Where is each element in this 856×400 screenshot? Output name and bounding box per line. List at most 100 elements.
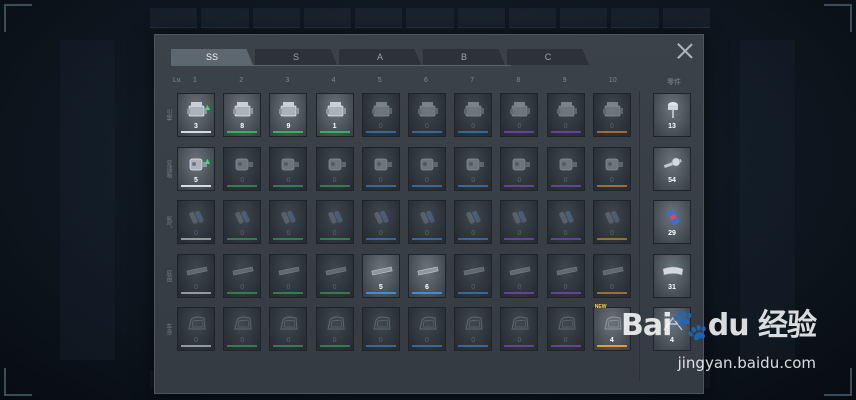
part-slot[interactable]: 0: [361, 307, 400, 351]
rarity-bar: [504, 184, 535, 187]
level-header: 1: [193, 77, 197, 84]
part-slot[interactable]: 0: [592, 253, 631, 298]
part-slot[interactable]: 0: [223, 146, 262, 191]
part-slot[interactable]: 0: [546, 253, 585, 298]
part-slot[interactable]: 1: [315, 93, 354, 137]
rarity-bar: [319, 345, 350, 347]
part-slot[interactable]: 0: [500, 253, 539, 298]
car-body-icon: [232, 314, 254, 334]
part-material-slot[interactable]: 29: [653, 200, 691, 244]
part-slot[interactable]: 0: [408, 200, 446, 244]
part-slot[interactable]: 0: [223, 200, 262, 244]
part-slot[interactable]: 0: [500, 307, 539, 351]
slot-count: 0: [563, 283, 568, 291]
part-slot[interactable]: 0: [361, 200, 400, 244]
part-slot[interactable]: 0: [269, 307, 308, 351]
part-slot[interactable]: 5: [361, 253, 400, 298]
part-slot[interactable]: ▲ 3: [177, 93, 215, 137]
tab-grade-ss[interactable]: SS: [171, 49, 253, 65]
tab-grade-b[interactable]: B: [423, 49, 505, 65]
chassis-icon: [417, 261, 439, 281]
engine-icon: [602, 100, 624, 120]
slot-count: 0: [517, 123, 522, 130]
rarity-bar: [504, 291, 535, 294]
part-slot[interactable]: 0: [454, 200, 493, 244]
part-slot[interactable]: 0: [361, 93, 400, 137]
gearbox-icon: [417, 154, 439, 174]
rarity-bar: [273, 345, 304, 347]
part-slot[interactable]: 0: [361, 146, 400, 191]
part-slot[interactable]: 0: [408, 146, 446, 191]
slot-count: 0: [609, 123, 614, 130]
part-slot[interactable]: 0: [223, 253, 262, 298]
part-slot[interactable]: 0: [269, 146, 308, 191]
tab-grade-c[interactable]: C: [507, 49, 589, 65]
slot-count: 0: [563, 230, 568, 237]
frame-corner: [824, 4, 852, 32]
tab-underline: [171, 65, 511, 66]
part-slot[interactable]: 0: [315, 253, 354, 298]
part-material-slot[interactable]: 13: [653, 93, 691, 137]
rarity-bar: [319, 291, 350, 294]
slot-count: 0: [332, 283, 337, 291]
part-slot[interactable]: 0: [592, 200, 631, 244]
part-slot[interactable]: 0: [177, 253, 215, 298]
car-body-icon: [463, 314, 485, 334]
part-slot[interactable]: 0: [546, 200, 585, 244]
part-slot[interactable]: 0: [454, 307, 493, 351]
slot-count: 0: [332, 176, 337, 184]
rarity-bar: [412, 345, 442, 347]
chassis-icon: [509, 261, 531, 281]
rarity-bar: [227, 238, 258, 240]
part-slot[interactable]: 9: [269, 93, 308, 137]
slot-count: 6: [425, 283, 429, 291]
nitro-icon: [463, 207, 485, 227]
nitro-icon: [602, 207, 624, 227]
part-slot[interactable]: 0: [454, 253, 493, 298]
close-icon[interactable]: [677, 43, 693, 59]
slot-count: 1: [332, 123, 337, 130]
part-slot[interactable]: 0: [223, 307, 262, 351]
part-slot[interactable]: 0: [269, 253, 308, 298]
rarity-bar: [596, 184, 627, 187]
part-slot[interactable]: ▲ 5: [177, 146, 215, 191]
nitro-icon: [325, 207, 347, 227]
tab-grade-s[interactable]: S: [255, 49, 337, 65]
part-slot[interactable]: 0: [408, 307, 446, 351]
car-body-icon: [186, 314, 208, 334]
part-slot[interactable]: 0: [408, 93, 446, 137]
part-slot[interactable]: 0: [177, 200, 215, 244]
part-slot[interactable]: 0: [592, 146, 631, 191]
part-slot[interactable]: 0: [269, 200, 308, 244]
gearbox-icon: [556, 154, 578, 174]
slot-count: 5: [378, 283, 383, 291]
part-slot[interactable]: 0: [454, 146, 493, 191]
part-slot[interactable]: 0: [500, 200, 539, 244]
part-slot[interactable]: 0: [592, 93, 631, 137]
background-top-menu: [150, 8, 710, 28]
part-slot[interactable]: 0: [315, 307, 354, 351]
rarity-bar: [319, 131, 350, 133]
part-slot[interactable]: 0: [177, 307, 215, 351]
rarity-bar: [181, 131, 211, 133]
nitro-bottle-icon: [662, 207, 684, 227]
part-slot[interactable]: 0: [546, 146, 585, 191]
nitro-icon: [417, 207, 439, 227]
car-body-icon: [278, 314, 300, 334]
part-material-slot[interactable]: 31: [653, 253, 691, 298]
part-slot[interactable]: 0: [546, 307, 585, 351]
upgrade-arrow-icon: ▲: [203, 102, 212, 112]
part-slot[interactable]: 0: [500, 93, 539, 137]
rarity-bar: [227, 184, 258, 187]
part-material-slot[interactable]: 54: [653, 146, 691, 191]
part-slot[interactable]: 0: [546, 93, 585, 137]
part-slot[interactable]: 0: [315, 200, 354, 244]
part-slot[interactable]: 0: [500, 146, 539, 191]
rarity-bar: [181, 291, 211, 294]
part-slot[interactable]: 0: [454, 93, 493, 137]
tab-grade-a[interactable]: A: [339, 49, 421, 65]
part-slot[interactable]: 8: [223, 93, 262, 137]
part-slot[interactable]: 0: [315, 146, 354, 191]
rarity-bar: [181, 184, 211, 187]
part-slot[interactable]: 6: [408, 253, 446, 298]
